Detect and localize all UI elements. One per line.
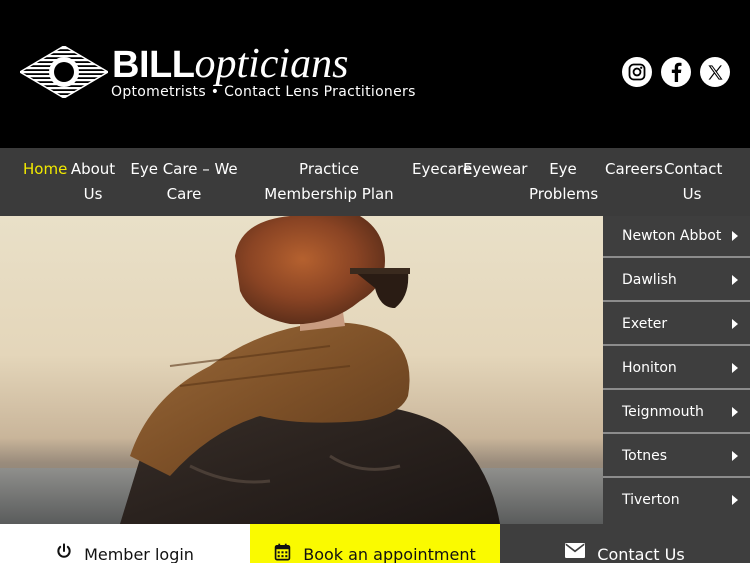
book-appointment-button[interactable]: Book an appointment	[250, 524, 500, 563]
nav-item-eye-problems[interactable]: Eye Problems	[529, 157, 598, 207]
locations-menu: Newton Abbot Dawlish Exeter Honiton Teig…	[603, 216, 750, 524]
location-totnes[interactable]: Totnes	[603, 436, 750, 478]
location-tiverton[interactable]: Tiverton	[603, 480, 750, 524]
facebook-link[interactable]	[661, 57, 691, 87]
location-label: Exeter	[622, 316, 668, 332]
location-label: Teignmouth	[622, 404, 704, 420]
calendar-icon	[274, 543, 291, 561]
chevron-right-icon	[732, 319, 738, 329]
member-login-button[interactable]: Member login	[0, 524, 250, 563]
location-newton-abbot[interactable]: Newton Abbot	[603, 216, 750, 258]
location-exeter[interactable]: Exeter	[603, 304, 750, 346]
contact-us-button[interactable]: Contact Us	[500, 524, 750, 563]
chevron-right-icon	[732, 495, 738, 505]
instagram-icon	[628, 63, 646, 81]
nav-item-eye-care[interactable]: Eye Care – We Care	[128, 157, 240, 207]
nav-item-careers[interactable]: Careers	[605, 157, 663, 182]
brand-name-bold: BILL	[112, 44, 195, 86]
x-link[interactable]	[700, 57, 730, 87]
eye-logo-icon	[20, 46, 108, 98]
chevron-right-icon	[732, 451, 738, 461]
nav-item-about-us[interactable]: About Us	[70, 157, 116, 207]
chevron-right-icon	[732, 231, 738, 241]
nav-item-contact-us[interactable]: Contact Us	[664, 157, 722, 207]
location-dawlish[interactable]: Dawlish	[603, 260, 750, 302]
chevron-right-icon	[732, 275, 738, 285]
facebook-icon	[671, 62, 682, 82]
location-honiton[interactable]: Honiton	[603, 348, 750, 390]
nav-item-eyecare[interactable]: Eyecare	[412, 157, 472, 182]
location-label: Tiverton	[622, 492, 680, 508]
book-appointment-label: Book an appointment	[303, 545, 476, 563]
location-label: Newton Abbot	[622, 228, 722, 244]
brand-name-italic: opticians	[194, 41, 349, 87]
site-header: BILLopticians Optometrists • Contact Len…	[0, 0, 750, 148]
x-icon	[707, 64, 723, 80]
chevron-right-icon	[732, 407, 738, 417]
hero-image	[0, 216, 603, 524]
member-login-label: Member login	[84, 545, 194, 563]
instagram-link[interactable]	[622, 57, 652, 87]
location-label: Totnes	[622, 448, 668, 464]
nav-item-home[interactable]: Home	[23, 157, 67, 182]
power-icon	[57, 543, 71, 558]
nav-item-eyewear[interactable]: Eyewear	[463, 157, 527, 182]
brand-logo[interactable]: BILLopticians Optometrists • Contact Len…	[20, 40, 415, 110]
location-label: Dawlish	[622, 272, 677, 288]
brand-tagline: Optometrists • Contact Lens Practitioner…	[111, 84, 416, 100]
nav-item-membership-plan[interactable]: Practice Membership Plan	[252, 157, 406, 207]
hero-photo-woman-sunglasses	[0, 216, 603, 524]
envelope-icon	[565, 543, 586, 558]
chevron-right-icon	[732, 363, 738, 373]
contact-us-label: Contact Us	[597, 545, 685, 563]
location-label: Honiton	[622, 360, 677, 376]
main-navigation: Home About Us Eye Care – We Care Practic…	[0, 148, 750, 216]
brand-name: BILLopticians	[112, 40, 348, 88]
location-teignmouth[interactable]: Teignmouth	[603, 392, 750, 434]
